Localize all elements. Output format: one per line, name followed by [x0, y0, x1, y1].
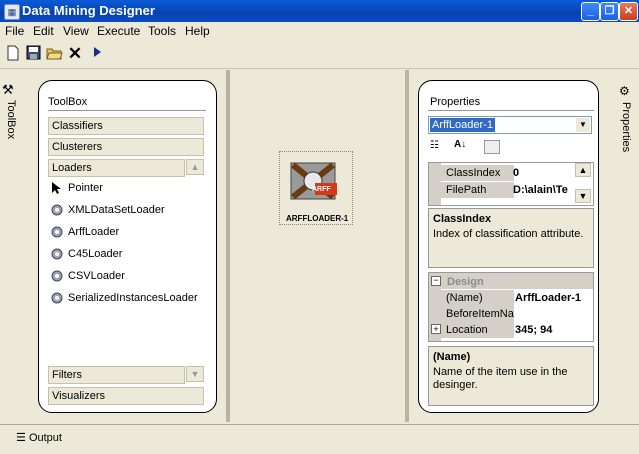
loader-icon — [50, 225, 64, 239]
run-icon[interactable] — [88, 45, 106, 63]
arffloader-node[interactable]: ARFF ARFFLOADER-1 — [279, 151, 353, 225]
properties-icon: ⚙ — [619, 84, 630, 98]
toolbox-item-csvloader[interactable]: CSVLoader — [50, 266, 125, 286]
property-name: ClassIndex — [441, 165, 514, 181]
toolbar: ✕ — [0, 40, 639, 69]
description-text: Index of classification attribute. — [433, 228, 584, 240]
toolbox-item-label: C45Loader — [68, 248, 123, 260]
description-title: ClassIndex — [433, 213, 492, 225]
output-tab[interactable]: ☰ Output — [16, 431, 62, 444]
grid-scroll-up-button[interactable]: ▲ — [575, 163, 591, 177]
menu-help[interactable]: Help — [185, 24, 210, 38]
property-value[interactable]: 0 — [513, 165, 519, 181]
toolbox-title: ToolBox — [48, 96, 88, 108]
window-title: Data Mining Designer — [22, 3, 155, 18]
toolbox-item-xmldatasetloader[interactable]: XMLDataSetLoader — [50, 200, 165, 220]
arff-loader-node-icon — [290, 162, 337, 200]
node-badge: ARFF — [312, 186, 331, 193]
toolbox-side-tab[interactable]: ⚒ ToolBox — [2, 82, 22, 152]
left-splitter[interactable] — [226, 70, 230, 422]
properties-title: Properties — [430, 96, 481, 108]
menu-tools[interactable]: Tools — [148, 24, 176, 38]
property-grid-bottom: − Design (Name) ArffLoader-1 BeforeItemN… — [428, 272, 594, 342]
right-splitter[interactable] — [405, 70, 409, 422]
tools-icon: ⚒ — [2, 82, 14, 97]
category-clusterers[interactable]: Clusterers — [48, 138, 204, 156]
maximize-button[interactable]: ❐ — [600, 2, 619, 21]
toolbox-item-c45loader[interactable]: C45Loader — [50, 244, 122, 264]
property-name: (Name) — [441, 290, 514, 306]
scroll-up-button[interactable]: ▲ — [186, 159, 204, 175]
toolbox-item-arffloader[interactable]: ArffLoader — [50, 222, 119, 242]
dropdown-arrow-icon[interactable]: ▼ — [576, 118, 590, 132]
property-name: FilePath — [441, 182, 514, 198]
loader-icon — [50, 247, 64, 261]
category-design: Design — [447, 276, 484, 288]
object-selector[interactable]: ArffLoader-1 ▼ — [428, 116, 592, 134]
property-value[interactable]: ArffLoader-1 — [515, 290, 581, 306]
category-loaders[interactable]: Loaders — [48, 159, 185, 177]
property-name: Location — [441, 322, 514, 338]
alphabetical-sort-icon[interactable]: A↓ — [454, 139, 472, 157]
property-grid-top: ClassIndex 0 FilePath D:\alain\Te ▲ ▼ — [428, 162, 594, 206]
properties-side-tab-label: Properties — [620, 102, 632, 153]
open-icon[interactable] — [45, 45, 63, 63]
expand-icon[interactable]: + — [431, 324, 441, 334]
loader-icon — [50, 203, 64, 217]
property-pages-icon[interactable] — [484, 140, 500, 154]
description-pane-top: ClassIndex Index of classification attri… — [428, 208, 594, 268]
description-text: Name of the item use in the desinger. — [433, 366, 568, 391]
close-button[interactable]: ✕ — [619, 2, 638, 21]
toolbox-item-label: CSVLoader — [68, 270, 125, 282]
toolbox-item-label: SerializedInstancesLoader — [68, 292, 198, 304]
object-selector-value: ArffLoader-1 — [430, 118, 495, 132]
menu-view[interactable]: View — [63, 24, 89, 38]
category-visualizers[interactable]: Visualizers — [48, 387, 204, 405]
toolbox-item-label: Pointer — [68, 182, 103, 194]
title-bar: ▦ Data Mining Designer _ ❐ ✕ — [0, 0, 639, 22]
property-name: BeforeItemNa — [441, 306, 514, 322]
loader-icon — [50, 269, 64, 283]
toolbox-item-label: XMLDataSetLoader — [68, 204, 165, 216]
toolbox-item-serializedinstancesloader[interactable]: SerializedInstancesLoader — [50, 288, 198, 308]
toolbox-item-pointer[interactable]: Pointer — [50, 178, 204, 198]
loader-icon — [50, 291, 64, 305]
scroll-down-button[interactable]: ▼ — [186, 366, 204, 382]
new-icon[interactable] — [4, 45, 22, 63]
pointer-icon — [50, 181, 64, 195]
menu-file[interactable]: File — [5, 24, 24, 38]
toolbox-side-tab-label: ToolBox — [5, 100, 17, 140]
save-icon[interactable] — [24, 45, 42, 63]
output-bar: ☰ Output — [0, 424, 639, 454]
delete-icon[interactable]: ✕ — [66, 45, 84, 63]
categorized-view-icon[interactable]: ☷ — [430, 140, 448, 156]
grid-scroll-down-button[interactable]: ▼ — [575, 189, 591, 203]
menu-edit[interactable]: Edit — [33, 24, 54, 38]
node-label: ARFFLOADER-1 — [286, 214, 349, 223]
collapse-icon[interactable]: − — [431, 276, 441, 286]
property-value[interactable]: 345; 94 — [515, 322, 552, 338]
category-classifiers[interactable]: Classifiers — [48, 117, 204, 135]
category-filters[interactable]: Filters — [48, 366, 185, 384]
output-label: Output — [28, 432, 62, 444]
output-icon: ☰ — [16, 432, 26, 444]
description-title: (Name) — [433, 351, 471, 363]
menu-bar: File Edit View Execute Tools Help — [0, 22, 639, 40]
menu-execute[interactable]: Execute — [97, 24, 140, 38]
property-value[interactable]: D:\alain\Te — [513, 182, 575, 198]
description-pane-bottom: (Name) Name of the item use in the desin… — [428, 346, 594, 406]
toolbox-item-label: ArffLoader — [68, 226, 120, 238]
app-icon: ▦ — [4, 4, 20, 20]
properties-side-tab[interactable]: ⚙ Properties — [617, 84, 637, 156]
minimize-button[interactable]: _ — [581, 2, 600, 21]
